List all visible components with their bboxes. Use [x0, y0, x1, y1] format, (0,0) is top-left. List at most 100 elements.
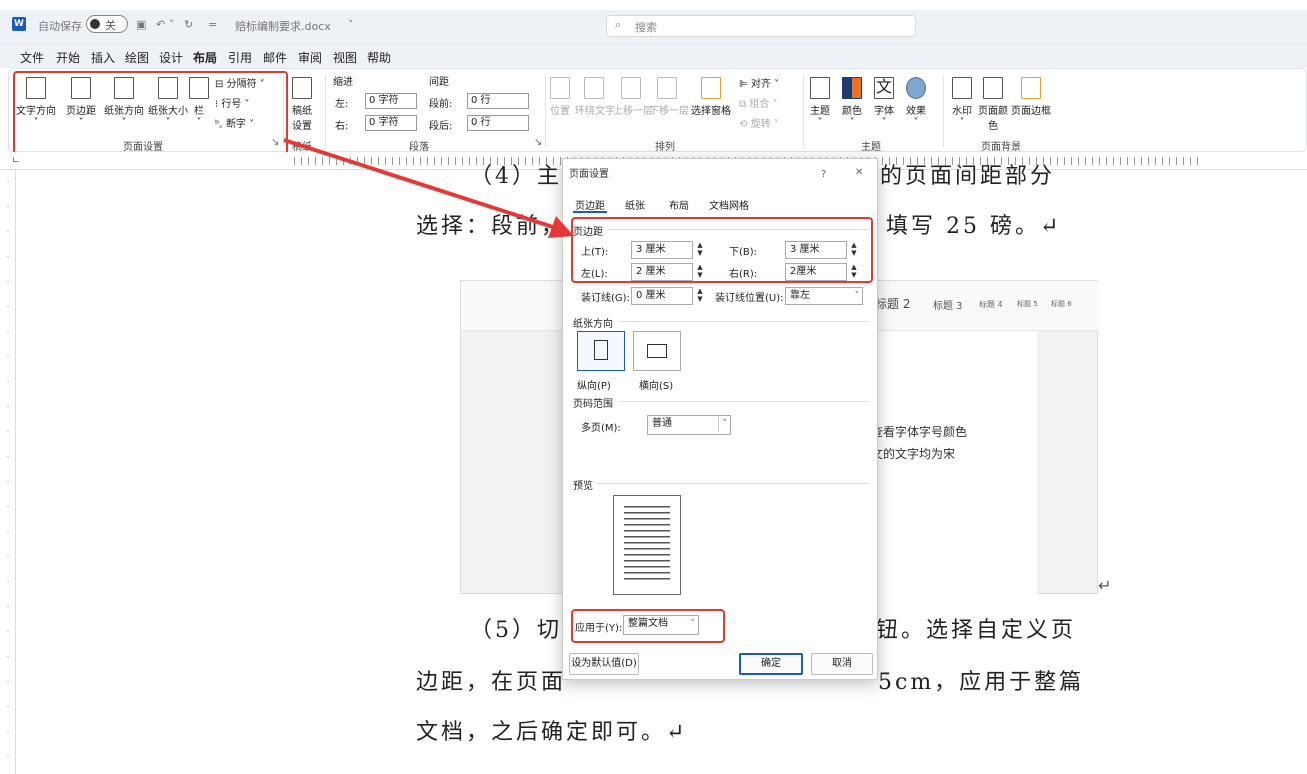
- align-button[interactable]: ⊫ 对齐 ˅: [739, 75, 779, 90]
- tab-layout[interactable]: 布局: [193, 49, 218, 70]
- pages-section-label: 页码范围: [573, 399, 613, 410]
- gutter-position-value: 靠左: [790, 290, 810, 301]
- selection-pane-button[interactable]: 选择窗格: [689, 77, 733, 117]
- tab-mailings[interactable]: 邮件: [263, 49, 287, 66]
- fonts-label: 字体: [874, 106, 894, 117]
- align-label: 对齐: [750, 79, 771, 90]
- tab-references[interactable]: 引用: [228, 49, 252, 66]
- autosave-label: 自动保存: [38, 20, 82, 33]
- embedded-style-h3: 标题 3: [933, 301, 963, 312]
- multiple-pages-select[interactable]: 普通 ˅: [647, 415, 731, 435]
- tab-draw[interactable]: 绘图: [125, 49, 149, 66]
- autosave-state: 关: [105, 19, 116, 32]
- send-backward-button[interactable]: 下移一层: [649, 77, 689, 117]
- manuscript-setup-button[interactable]: 稿纸 设置: [287, 77, 317, 132]
- watermark-icon: [952, 77, 972, 99]
- document-name[interactable]: 赔标编制要求.docx: [235, 18, 331, 34]
- fonts-icon: 文: [874, 77, 894, 99]
- tab-review[interactable]: 审阅: [298, 49, 322, 66]
- divider: [619, 321, 869, 322]
- group-button[interactable]: ⧉ 组合 ˅: [739, 95, 778, 110]
- watermark-button[interactable]: 水印 ˅: [949, 77, 975, 128]
- tab-paper[interactable]: 纸张: [625, 197, 645, 212]
- preview-section-label: 预览: [573, 481, 593, 492]
- position-button[interactable]: 位置: [549, 77, 571, 117]
- paragraph-group-label: 段落: [409, 142, 429, 153]
- tab-file[interactable]: 文件: [20, 49, 44, 66]
- close-button[interactable]: ✕: [855, 167, 863, 178]
- rotate-label: 旋转: [750, 119, 771, 130]
- doc-line-3-right: 5cm，应用于整篇: [878, 670, 1085, 695]
- top-band: [0, 0, 1307, 10]
- embedded-text-2: 文的文字均为宋: [871, 447, 956, 461]
- tab-selector-icon[interactable]: ∟: [12, 156, 20, 166]
- portrait-label: 纵向(P): [577, 381, 611, 392]
- paragraph-launcher-icon[interactable]: ↘: [534, 137, 542, 148]
- redo-icon[interactable]: ↻: [184, 18, 193, 31]
- tab-document-grid[interactable]: 文档网格: [709, 197, 749, 212]
- cancel-button[interactable]: 取消: [811, 653, 873, 675]
- divider: [803, 75, 804, 147]
- doc-line-1-left: 选择：段前，: [416, 214, 567, 239]
- gutter-position-select[interactable]: 靠左 ˅: [785, 287, 863, 305]
- fonts-button[interactable]: 文字体 ˅: [871, 77, 897, 128]
- spinner-icon[interactable]: ▲ ▼: [694, 287, 706, 305]
- divider: [943, 75, 944, 147]
- page-color-button[interactable]: 页面颜色: [977, 77, 1009, 132]
- themes-button[interactable]: 主题 ˅: [807, 77, 833, 128]
- chevron-down-icon[interactable]: ˅: [348, 18, 354, 31]
- multiple-pages-value: 普通: [652, 418, 672, 429]
- embedded-text-1: 查看字体字号颜色: [871, 425, 968, 439]
- customize-quick-access-icon[interactable]: =: [208, 18, 217, 31]
- multiple-pages-label: 多页(M):: [581, 423, 621, 434]
- position-label: 位置: [550, 106, 570, 117]
- indent-right-input[interactable]: 0 字符: [365, 115, 417, 131]
- effects-button[interactable]: 效果 ˅: [903, 77, 929, 128]
- indent-header: 缩进: [333, 77, 353, 88]
- bring-forward-button[interactable]: 上移一层: [613, 77, 653, 117]
- help-button[interactable]: ?: [821, 169, 826, 180]
- autosave-toggle[interactable]: 关: [86, 15, 128, 33]
- tab-design[interactable]: 设计: [159, 49, 183, 66]
- selection-pane-icon: [701, 77, 721, 99]
- wrap-text-label: 环绕文字: [575, 106, 615, 117]
- align-icon: ⊫: [739, 79, 748, 90]
- page-color-icon: [983, 77, 1003, 99]
- send-backward-icon: [657, 77, 677, 99]
- doc-line-1-right: 填写 25 磅。↵: [886, 214, 1062, 239]
- tab-layout[interactable]: 布局: [669, 197, 689, 212]
- indent-left-input[interactable]: 0 字符: [365, 93, 417, 109]
- page-borders-button[interactable]: 页面边框: [1009, 77, 1053, 117]
- gutter-input[interactable]: 0 厘米 ▲ ▼: [631, 287, 703, 305]
- wrap-text-button[interactable]: 环绕文字: [575, 77, 615, 117]
- set-as-default-button[interactable]: 设为默认值(D): [569, 653, 639, 675]
- undo-icon[interactable]: ↶ ˅: [156, 18, 174, 31]
- tab-insert[interactable]: 插入: [91, 49, 115, 66]
- spacing-after-input[interactable]: 0 行: [467, 115, 529, 131]
- tab-help[interactable]: 帮助: [367, 49, 391, 66]
- tab-home[interactable]: 开始: [56, 49, 80, 66]
- paragraph-mark-icon: ↵: [1098, 576, 1112, 595]
- doc-line-top-right: 的页面间距部分: [880, 164, 1056, 189]
- vertical-ruler-ticks: ------------------------: [6, 178, 10, 761]
- annotation-box-ribbon: [13, 71, 288, 155]
- tab-view[interactable]: 视图: [333, 49, 357, 66]
- divider: [597, 483, 869, 484]
- chevron-down-icon: ˅: [717, 416, 727, 432]
- spacing-before-input[interactable]: 0 行: [467, 93, 529, 109]
- title-bar: W 自动保存 关 ▣ ↶ ˅ ↻ = 赔标编制要求.docx ˅ ⌕ 搜索: [0, 10, 1307, 44]
- tab-margins[interactable]: 页边距: [575, 197, 605, 212]
- colors-button[interactable]: 颜色 ˅: [839, 77, 865, 128]
- portrait-option[interactable]: [577, 331, 625, 371]
- save-icon[interactable]: ▣: [136, 18, 146, 31]
- selection-pane-label: 选择窗格: [691, 106, 731, 117]
- ok-button[interactable]: 确定: [739, 653, 803, 675]
- landscape-option[interactable]: [633, 331, 681, 371]
- rotate-button[interactable]: ⟲ 旋转 ˅: [739, 115, 779, 130]
- divider: [619, 401, 869, 402]
- search-input[interactable]: ⌕ 搜索: [606, 15, 916, 37]
- colors-label: 颜色: [842, 106, 862, 117]
- spacing-before-label: 段前:: [429, 99, 453, 110]
- portrait-icon: [594, 340, 608, 360]
- effects-label: 效果: [906, 106, 926, 117]
